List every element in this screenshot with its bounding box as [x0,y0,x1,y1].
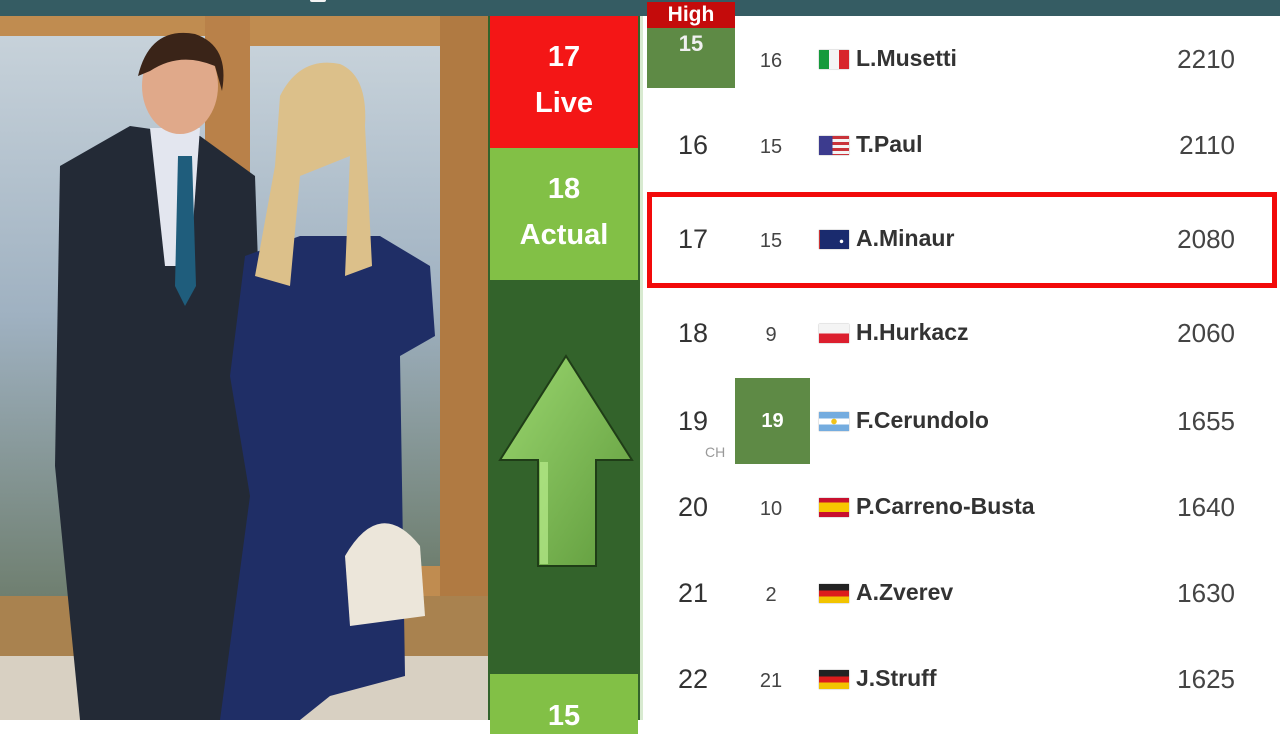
italy-flag-icon [819,50,849,69]
previous-rank: 9 [765,324,777,346]
actual-rank-label: Actual [519,219,609,251]
title-glyph-fragment [310,0,326,2]
header-bar [0,0,1280,16]
current-rank: 19 [677,406,709,436]
previous-rank: 2 [765,584,777,606]
germany-flag-icon [819,584,849,603]
actual-rank-value: 18 [547,173,581,205]
player-points: 1640 [1177,492,1235,522]
ranking-status-panel: 17 Live 18 Actual 15 [488,16,640,734]
player-name[interactable]: T.Paul [856,131,922,158]
player-name[interactable]: A.Zverev [856,579,953,606]
player-points: 2110 [1179,130,1235,160]
previous-rank: 16 [759,50,783,72]
current-rank: 16 [677,130,709,160]
player-name[interactable]: L.Musetti [856,45,957,72]
live-rank-value: 17 [547,41,581,73]
actual-rank-box: 18 Actual [490,148,638,280]
argentina-flag-icon [819,412,849,431]
player-points: 1655 [1177,406,1235,436]
player-points: 1625 [1177,664,1235,694]
usa-flag-icon [819,136,849,155]
current-rank: 21 [677,578,709,608]
ranking-table: High 15 16 L.Musetti 2210 16 15 T.Paul 2… [640,2,1280,722]
table-row[interactable]: High 15 16 L.Musetti 2210 [643,2,1280,102]
bottom-rank-box: 15 [490,674,638,734]
live-rank-box: 17 Live [490,16,638,148]
player-name[interactable]: J.Struff [856,665,937,692]
spain-flag-icon [819,498,849,517]
bottom-rank-value: 15 [547,700,581,732]
challenger-note: CH [705,444,726,460]
previous-rank: 21 [759,670,783,692]
career-high-badge: High 15 [647,2,735,88]
previous-rank: 10 [759,498,783,520]
player-points: 2060 [1177,318,1235,348]
table-row[interactable]: 19 CH 19 F.Cerundolo 1655 [643,378,1280,464]
up-arrow-icon [498,354,634,567]
player-points: 2210 [1177,44,1235,74]
table-row[interactable]: 21 2 A.Zverev 1630 [643,550,1280,636]
career-high-value: 15 [647,28,735,88]
player-name[interactable]: F.Cerundolo [856,407,989,434]
poland-flag-icon [819,324,849,343]
player-name[interactable]: H.Hurkacz [856,319,968,346]
previous-rank: 15 [759,136,783,158]
table-row[interactable]: 16 15 T.Paul 2110 [643,102,1280,188]
table-row[interactable]: 22 21 J.Struff 1625 [643,636,1280,722]
table-row[interactable]: 20 10 P.Carreno-Busta 1640 [643,464,1280,550]
table-row[interactable]: 18 9 H.Hurkacz 2060 [643,290,1280,376]
player-name[interactable]: P.Carreno-Busta [856,493,1035,520]
player-points: 1630 [1177,578,1235,608]
live-rank-label: Live [534,87,594,119]
photo-illustration [0,16,488,720]
current-rank: 20 [677,492,709,522]
germany-flag-icon [819,670,849,689]
player-photo [0,16,488,720]
current-rank: 18 [677,318,709,348]
career-high-label: High [647,2,735,28]
highlighted-player-frame [647,192,1277,288]
previous-rank-highlighted: 19 [735,378,810,464]
current-rank: 22 [677,664,709,694]
